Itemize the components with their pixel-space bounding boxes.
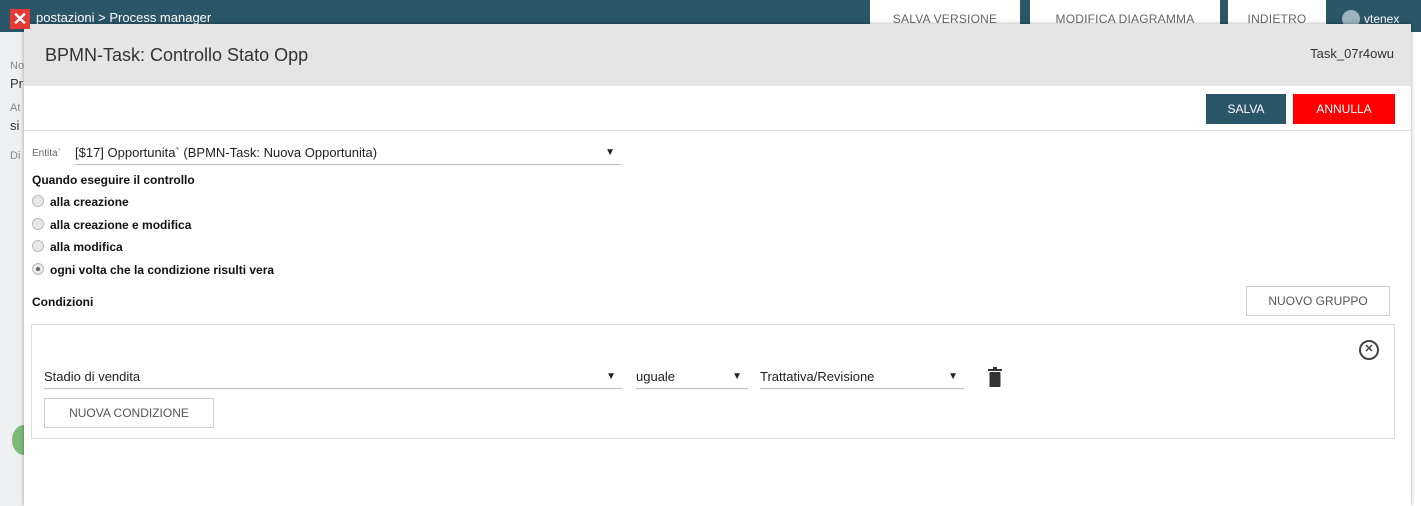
radio-label: ogni volta che la condizione risulti ver… xyxy=(50,263,275,277)
conditions-title: Condizioni xyxy=(32,295,94,309)
radio-option-creazione-modifica[interactable]: alla creazione e modifica xyxy=(32,218,191,232)
entity-select[interactable]: [$17] Opportunita` (BPMN-Task: Nuova Opp… xyxy=(75,142,621,165)
condition-value-value: Trattativa/Revisione xyxy=(760,369,875,384)
radio-option-creazione[interactable]: alla creazione xyxy=(32,195,129,209)
task-id: Task_07r4owu xyxy=(1310,46,1394,61)
condition-value-select[interactable]: Trattativa/Revisione ▼ xyxy=(760,366,964,389)
salva-button[interactable]: SALVA xyxy=(1206,94,1286,124)
nuovo-gruppo-button[interactable]: NUOVO GRUPPO xyxy=(1246,286,1390,316)
condition-field-select[interactable]: Stadio di vendita ▼ xyxy=(44,366,622,389)
when-title: Quando eseguire il controllo xyxy=(32,173,195,187)
side-letter: At xyxy=(10,102,21,114)
condition-operator-select[interactable]: uguale ▼ xyxy=(636,366,748,389)
close-icon[interactable]: ✕ xyxy=(10,9,30,29)
remove-group-icon[interactable]: ✕ xyxy=(1359,340,1379,360)
nuova-condizione-button[interactable]: NUOVA CONDIZIONE xyxy=(44,398,214,428)
dropdown-caret-icon: ▼ xyxy=(732,371,742,382)
condition-operator-value: uguale xyxy=(636,369,676,384)
radio-label: alla creazione e modifica xyxy=(50,218,192,232)
dropdown-caret-icon: ▼ xyxy=(948,371,958,382)
side-letter: No xyxy=(10,60,24,72)
side-letter: Di xyxy=(10,150,21,162)
entity-label: Entita` xyxy=(32,148,61,159)
modal-header: BPMN-Task: Controllo Stato Opp Task_07r4… xyxy=(24,24,1411,86)
radio-selected-icon xyxy=(32,263,44,275)
modal-toolbar: SALVA ANNULLA xyxy=(24,86,1411,131)
trash-icon[interactable] xyxy=(988,367,1002,387)
annulla-button[interactable]: ANNULLA xyxy=(1293,94,1395,124)
radio-label: alla creazione xyxy=(50,195,129,209)
radio-icon xyxy=(32,195,44,207)
side-letter: Pr xyxy=(10,76,23,91)
entity-value: [$17] Opportunita` (BPMN-Task: Nuova Opp… xyxy=(75,145,378,160)
condition-group: ✕ Stadio di vendita ▼ uguale ▼ Trattativ… xyxy=(31,324,1395,439)
radio-icon xyxy=(32,218,44,230)
dropdown-caret-icon: ▼ xyxy=(605,147,615,158)
radio-option-sempre[interactable]: ogni volta che la condizione risulti ver… xyxy=(32,263,274,277)
radio-label: alla modifica xyxy=(50,240,123,254)
task-modal: BPMN-Task: Controllo Stato Opp Task_07r4… xyxy=(24,24,1411,506)
dropdown-caret-icon: ▼ xyxy=(606,371,616,382)
side-letter: si xyxy=(10,118,20,133)
radio-icon xyxy=(32,240,44,252)
modal-title: BPMN-Task: Controllo Stato Opp xyxy=(45,45,309,65)
radio-option-modifica[interactable]: alla modifica xyxy=(32,240,123,254)
breadcrumb: postazioni > Process manager xyxy=(36,10,212,25)
condition-field-value: Stadio di vendita xyxy=(44,369,141,384)
